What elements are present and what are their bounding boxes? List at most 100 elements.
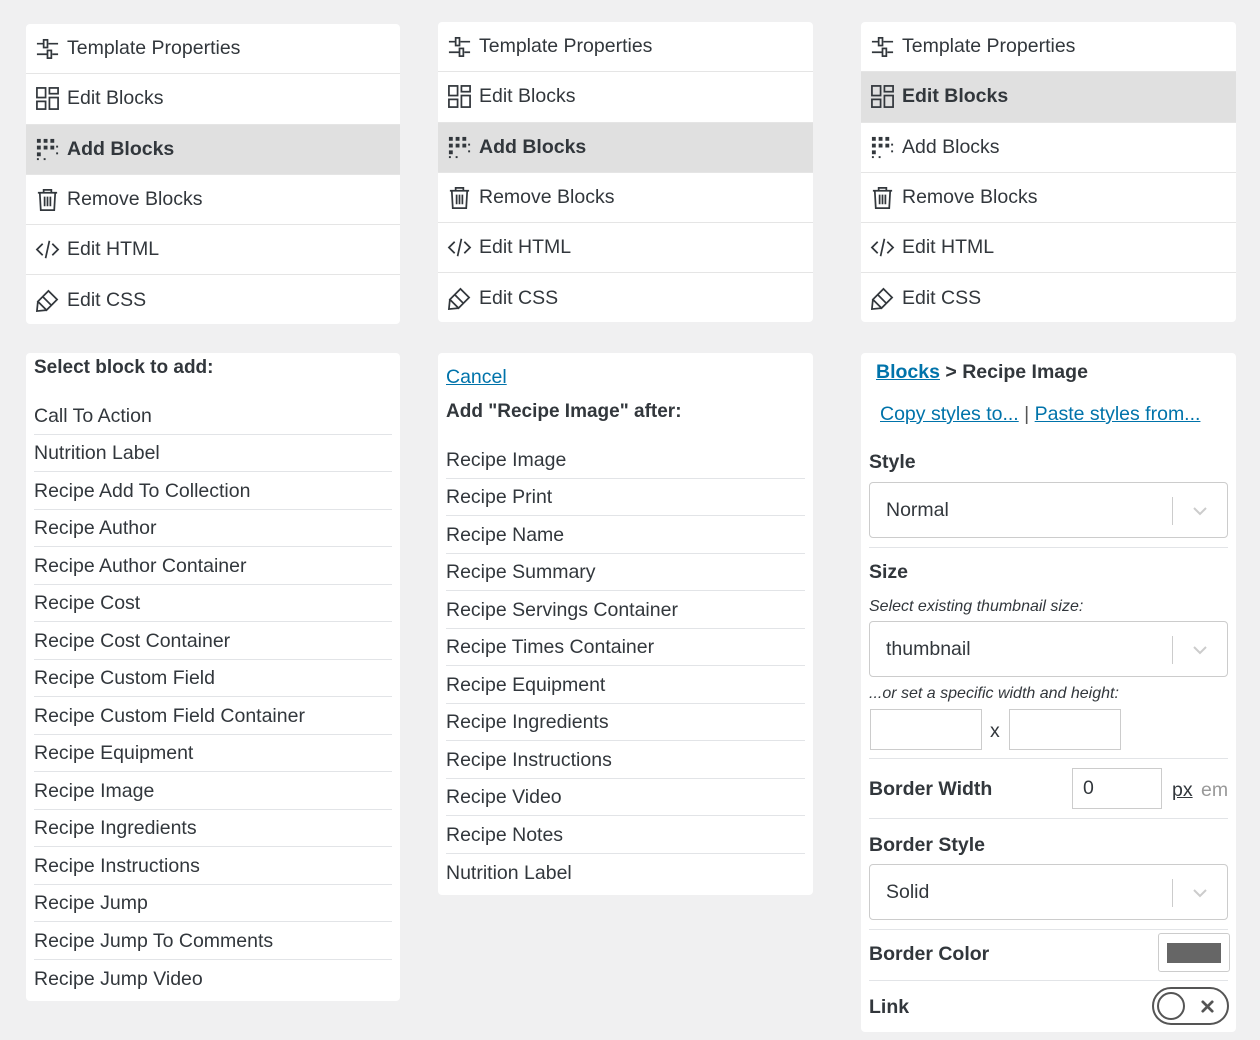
list-item[interactable]: Nutrition Label bbox=[446, 854, 805, 892]
position-list: Recipe Image Recipe Print Recipe Name Recip… bbox=[438, 441, 813, 891]
list-item[interactable]: Recipe Instructions bbox=[446, 741, 805, 779]
border-width-input[interactable]: 0 bbox=[1072, 768, 1162, 809]
style-select[interactable]: Normal bbox=[869, 482, 1228, 538]
list-item[interactable]: Recipe Jump Video bbox=[34, 960, 392, 998]
menu-item-label: Add Blocks bbox=[479, 135, 587, 158]
list-item[interactable]: Recipe Video bbox=[446, 779, 805, 816]
menu-item-label: Edit Blocks bbox=[67, 87, 164, 110]
link-toggle[interactable] bbox=[1152, 987, 1229, 1025]
block-properties-panel: Blocks > Recipe Image Copy styles to... … bbox=[861, 353, 1236, 1032]
list-item[interactable]: Recipe Cost Container bbox=[34, 622, 392, 660]
menu-item-add-blocks[interactable]: Add Blocks bbox=[438, 122, 813, 173]
breadcrumb-separator: > bbox=[945, 361, 957, 383]
menu-panel-1: Template Properties Edit Blocks Add Blocks… bbox=[26, 24, 400, 324]
menu-item-edit-css[interactable]: Edit CSS bbox=[438, 273, 813, 323]
grid-icon bbox=[34, 86, 60, 112]
menu-panel-2: Template Properties Edit Blocks Add Blocks… bbox=[438, 22, 813, 322]
height-input[interactable] bbox=[1009, 709, 1121, 750]
menu-item-edit-html[interactable]: Edit HTML bbox=[861, 223, 1236, 274]
size-label: Size bbox=[869, 561, 909, 583]
menu-item-label: Edit CSS bbox=[67, 289, 147, 312]
select-block-panel: Select block to add: Call To Action Nutri… bbox=[26, 353, 400, 1001]
list-item[interactable]: Recipe Jump To Comments bbox=[34, 922, 392, 960]
menu-item-edit-css[interactable]: Edit CSS bbox=[26, 275, 400, 325]
sliders-icon bbox=[446, 34, 472, 60]
list-item[interactable]: Recipe Ingredients bbox=[446, 704, 805, 741]
list-item[interactable]: Nutrition Label bbox=[34, 435, 392, 472]
code-icon bbox=[34, 237, 60, 263]
menu-item-label: Template Properties bbox=[67, 37, 241, 60]
border-style-value: Solid bbox=[886, 880, 930, 903]
border-width-value: 0 bbox=[1083, 777, 1094, 799]
divider bbox=[869, 547, 1228, 548]
style-label: Style bbox=[869, 451, 916, 473]
list-item[interactable]: Recipe Notes bbox=[446, 816, 805, 854]
link-label: Link bbox=[869, 996, 910, 1018]
paste-styles-link[interactable]: Paste styles from... bbox=[1035, 403, 1201, 425]
menu-item-edit-blocks[interactable]: Edit Blocks bbox=[438, 72, 813, 123]
list-item[interactable]: Recipe Instructions bbox=[34, 847, 392, 885]
menu-item-template-properties[interactable]: Template Properties bbox=[438, 22, 813, 73]
brush-icon bbox=[446, 286, 472, 312]
menu-item-edit-html[interactable]: Edit HTML bbox=[438, 223, 813, 274]
list-item[interactable]: Recipe Times Container bbox=[446, 629, 805, 666]
trash-icon bbox=[869, 185, 895, 211]
list-item[interactable]: Recipe Custom Field bbox=[34, 660, 392, 697]
list-item[interactable]: Recipe Summary bbox=[446, 554, 805, 591]
brush-icon bbox=[34, 288, 60, 314]
list-item[interactable]: Recipe Equipment bbox=[34, 735, 392, 772]
unit-px-link[interactable]: px bbox=[1172, 779, 1193, 802]
list-item[interactable]: Recipe Image bbox=[446, 441, 805, 479]
copy-styles-link[interactable]: Copy styles to... bbox=[880, 403, 1019, 425]
menu-item-edit-blocks[interactable]: Edit Blocks bbox=[861, 72, 1236, 123]
list-item[interactable]: Recipe Print bbox=[446, 479, 805, 516]
list-item[interactable]: Recipe Equipment bbox=[446, 666, 805, 704]
menu-item-remove-blocks[interactable]: Remove Blocks bbox=[438, 173, 813, 224]
list-item[interactable]: Call To Action bbox=[34, 397, 392, 435]
list-item[interactable]: Recipe Servings Container bbox=[446, 591, 805, 629]
menu-item-template-properties[interactable]: Template Properties bbox=[861, 22, 1236, 73]
border-width-label: Border Width bbox=[869, 778, 993, 800]
list-item[interactable]: Recipe Name bbox=[446, 516, 805, 554]
menu-item-add-blocks[interactable]: Add Blocks bbox=[26, 124, 400, 175]
dots-grid-icon bbox=[446, 134, 472, 160]
list-item[interactable]: Recipe Jump bbox=[34, 885, 392, 922]
divider bbox=[869, 758, 1228, 759]
menu-item-label: Edit HTML bbox=[479, 236, 572, 259]
menu-item-edit-html[interactable]: Edit HTML bbox=[26, 225, 400, 276]
menu-item-edit-blocks[interactable]: Edit Blocks bbox=[26, 74, 400, 125]
style-select-value: Normal bbox=[886, 498, 949, 521]
divider bbox=[869, 929, 1228, 930]
menu-item-label: Edit Blocks bbox=[902, 85, 1009, 108]
border-color-label: Border Color bbox=[869, 943, 990, 965]
unit-em-link[interactable]: em bbox=[1201, 779, 1228, 802]
list-item[interactable]: Recipe Ingredients bbox=[34, 810, 392, 847]
list-item[interactable]: Recipe Author bbox=[34, 510, 392, 547]
list-item[interactable]: Recipe Add To Collection bbox=[34, 472, 392, 510]
breadcrumb-blocks-link[interactable]: Blocks bbox=[876, 361, 940, 383]
menu-item-add-blocks[interactable]: Add Blocks bbox=[861, 123, 1236, 173]
width-input[interactable] bbox=[870, 709, 982, 750]
brush-icon bbox=[869, 286, 895, 312]
menu-item-remove-blocks[interactable]: Remove Blocks bbox=[26, 175, 400, 226]
menu-item-label: Remove Blocks bbox=[902, 186, 1038, 209]
list-item[interactable]: Recipe Custom Field Container bbox=[34, 697, 392, 735]
sliders-icon bbox=[34, 36, 60, 62]
menu-item-label: Edit HTML bbox=[67, 238, 160, 261]
list-item[interactable]: Recipe Author Container bbox=[34, 547, 392, 585]
size-select[interactable]: thumbnail bbox=[869, 621, 1228, 677]
add-after-heading: Add "Recipe Image" after: bbox=[446, 401, 682, 422]
divider bbox=[869, 818, 1228, 819]
list-item[interactable]: Recipe Image bbox=[34, 772, 392, 810]
cancel-link[interactable]: Cancel bbox=[446, 366, 507, 389]
grid-icon bbox=[869, 84, 895, 110]
menu-item-remove-blocks[interactable]: Remove Blocks bbox=[861, 173, 1236, 224]
border-color-swatch-button[interactable] bbox=[1158, 933, 1230, 972]
link-separator: | bbox=[1024, 403, 1030, 425]
size-hint: Select existing thumbnail size: bbox=[869, 598, 1084, 615]
border-style-select[interactable]: Solid bbox=[869, 864, 1228, 920]
menu-item-template-properties[interactable]: Template Properties bbox=[26, 24, 400, 75]
list-item[interactable]: Recipe Cost bbox=[34, 585, 392, 622]
menu-item-edit-css[interactable]: Edit CSS bbox=[861, 273, 1236, 323]
size-select-value: thumbnail bbox=[886, 637, 971, 660]
